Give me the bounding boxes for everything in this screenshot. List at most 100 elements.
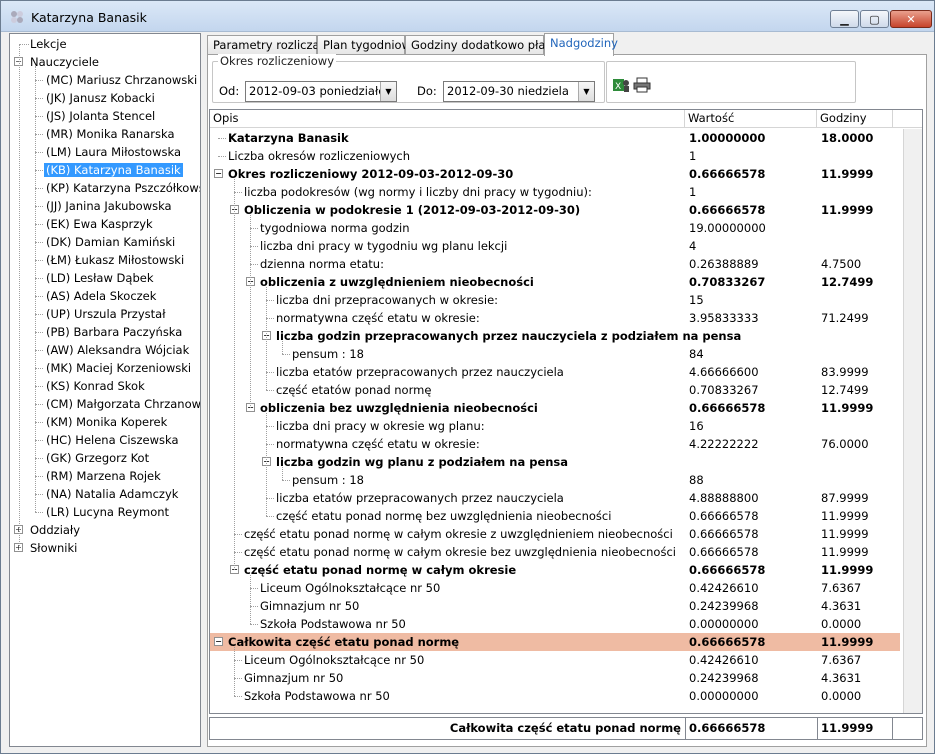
column-header-godziny[interactable]: Godziny xyxy=(817,110,893,128)
tree-item-oddzialy[interactable]: Oddziały xyxy=(30,521,80,539)
tree-item-teacher[interactable]: (KP) Katarzyna Pszczółkowska xyxy=(46,179,200,197)
tree-item-teacher[interactable]: (HC) Helena Ciszewska xyxy=(46,431,179,449)
close-button[interactable]: ✕ xyxy=(890,10,932,28)
row-value: 16 xyxy=(689,419,704,433)
table-row[interactable]: tygodniowa norma godzin 19.00000000 xyxy=(210,219,900,237)
table-row[interactable]: Liczba okresów rozliczeniowych 1 xyxy=(210,147,900,165)
minimize-button[interactable]: ▁ xyxy=(830,10,859,28)
row-description: Szkoła Podstawowa nr 50 xyxy=(244,689,390,703)
table-row[interactable]: dzienna norma etatu: 0.26388889 4.7500 xyxy=(210,255,900,273)
tree-item-teacher[interactable]: (KS) Konrad Skok xyxy=(46,377,145,395)
export-excel-icon[interactable]: X xyxy=(612,77,630,93)
table-row[interactable]: Szkoła Podstawowa nr 50 0.00000000 0.0000 xyxy=(210,615,900,633)
table-row[interactable]: część etatu ponad normę bez uwzględnieni… xyxy=(210,507,900,525)
maximize-button[interactable]: ▢ xyxy=(860,10,889,28)
tab-parametry[interactable]: Parametry rozliczania xyxy=(207,35,337,55)
collapse-icon[interactable]: − xyxy=(214,169,223,178)
tab-plan[interactable]: Plan tygodniowy xyxy=(317,35,418,55)
title-bar[interactable]: Katarzyna Banasik ▁ ▢ ✕ xyxy=(1,1,934,32)
chevron-down-icon[interactable]: ▼ xyxy=(578,82,594,101)
tree-connector xyxy=(266,413,267,516)
tree-item-teacher[interactable]: (JS) Jolanta Stencel xyxy=(46,107,155,125)
tree-item-teacher[interactable]: (AS) Adela Skoczek xyxy=(46,287,156,305)
tree-item-teacher[interactable]: (MK) Maciej Korzeniowski xyxy=(46,359,191,377)
tree-item-teacher[interactable]: (LM) Laura Miłostowska xyxy=(46,143,181,161)
tree-item-teacher[interactable]: (MC) Mariusz Chrzanowski xyxy=(46,71,197,89)
tree-item-teacher[interactable]: (RM) Marzena Rojek xyxy=(46,467,161,485)
table-row[interactable]: − Obliczenia w podokresie 1 (2012-09-03-2… xyxy=(210,201,900,219)
tree-item-teacher[interactable]: (PB) Barbara Paczyńska xyxy=(46,323,182,341)
table-row[interactable]: pensum : 18 88 xyxy=(210,471,900,489)
table-row[interactable]: liczba dni pracy w tygodniu wg planu lek… xyxy=(210,237,900,255)
tree-item-teacher[interactable]: (DK) Damian Kamiński xyxy=(46,233,175,251)
tree-item-teacher[interactable]: (JJ) Janina Jakubowska xyxy=(46,197,172,215)
tree-item-teacher[interactable]: (AW) Aleksandra Wójciak xyxy=(46,341,189,359)
table-row[interactable]: Liceum Ogólnokształcące nr 50 0.42426610 7… xyxy=(210,651,900,669)
table-row[interactable]: − część etatu ponad normę w całym okresie… xyxy=(210,561,900,579)
chevron-down-icon[interactable]: ▼ xyxy=(380,82,396,101)
collapse-icon[interactable]: − xyxy=(214,637,223,646)
tree-item-lekcje[interactable]: Lekcje xyxy=(30,35,67,53)
tree-item-teacher[interactable]: (JK) Janusz Kobacki xyxy=(46,89,155,107)
tree-item-teacher[interactable]: (CM) Małgorzata Chrzanowska xyxy=(46,395,200,413)
row-description: część etatów ponad normę xyxy=(276,383,432,397)
tree-connector xyxy=(35,368,43,369)
table-row[interactable]: część etatu ponad normę w całym okresie … xyxy=(210,543,900,561)
window-title: Katarzyna Banasik xyxy=(31,10,147,25)
tree-connector xyxy=(19,44,20,548)
table-row[interactable]: liczba etatów przepracowanych przez nauc… xyxy=(210,489,900,507)
table-row[interactable]: − liczba godzin przepracowanych przez nau… xyxy=(210,327,900,345)
tree-item-slowniki[interactable]: Słowniki xyxy=(30,539,77,557)
table-row[interactable]: liczba dni pracy w okresie wg planu: 16 xyxy=(210,417,900,435)
tree-connector xyxy=(250,264,258,265)
tree-item-teacher[interactable]: (ŁM) Łukasz Miłostowski xyxy=(46,251,184,269)
tree-item-teacher[interactable]: (NA) Natalia Adamczyk xyxy=(46,485,178,503)
tree-item-teacher[interactable]: (MR) Monika Ranarska xyxy=(46,125,175,143)
table-row[interactable]: pensum : 18 84 xyxy=(210,345,900,363)
row-value: 0.66666578 xyxy=(689,545,759,559)
table-row[interactable]: Katarzyna Banasik 1.00000000 18.0000 xyxy=(210,129,900,147)
tree-connector xyxy=(266,444,274,445)
table-row[interactable]: część etatu ponad normę w całym okresie … xyxy=(210,525,900,543)
table-row[interactable]: część etatów ponad normę 0.70833267 12.749… xyxy=(210,381,900,399)
print-icon[interactable] xyxy=(633,77,651,93)
do-date-select[interactable]: 2012-09-30 niedziela ▼ xyxy=(443,81,595,102)
column-header-wartosc[interactable]: Wartość xyxy=(685,110,817,128)
tree-item-nauczyciele[interactable]: Nauczyciele xyxy=(30,53,99,71)
tree-item-teacher[interactable]: (LD) Lesław Dąbek xyxy=(46,269,153,287)
tree-item-teacher[interactable]: (LR) Lucyna Reymont xyxy=(46,503,169,521)
tree-item-teacher[interactable]: (KB) Katarzyna Banasik xyxy=(44,161,183,179)
table-row[interactable]: − Całkowita część etatu ponad normę 0.6666… xyxy=(210,633,900,651)
vertical-scrollbar[interactable] xyxy=(903,129,922,713)
table-row[interactable]: Gimnazjum nr 50 0.24239968 4.3631 xyxy=(210,669,900,687)
table-row[interactable]: − obliczenia bez uwzględnienia nieobecnoś… xyxy=(210,399,900,417)
column-header-opis[interactable]: Opis xyxy=(210,110,685,128)
od-date-select[interactable]: 2012-09-03 poniedziałek ▼ xyxy=(245,81,397,102)
table-row[interactable]: − obliczenia z uwzględnieniem nieobecnośc… xyxy=(210,273,900,291)
table-row[interactable]: liczba podokresów (wg normy i liczby dni… xyxy=(210,183,900,201)
navigation-tree[interactable]: Lekcje − Nauczyciele (MC) Mariusz Chrzanows… xyxy=(9,33,201,747)
row-description: Obliczenia w podokresie 1 (2012-09-03-20… xyxy=(244,203,581,217)
tab-godziny[interactable]: Godziny dodatkowo płatne xyxy=(405,35,564,55)
table-row[interactable]: − liczba godzin wg planu z podziałem na p… xyxy=(210,453,900,471)
tree-item-teacher[interactable]: (KM) Monika Koperek xyxy=(46,413,167,431)
table-row[interactable]: − Okres rozliczeniowy 2012-09-03-2012-09-… xyxy=(210,165,900,183)
table-row[interactable]: Liceum Ogólnokształcące nr 50 0.42426610 7… xyxy=(210,579,900,597)
table-row[interactable]: liczba etatów przepracowanych przez nauc… xyxy=(210,363,900,381)
table-row[interactable]: normatywna część etatu w okresie: 3.95833… xyxy=(210,309,900,327)
table-row[interactable]: normatywna część etatu w okresie: 4.22222… xyxy=(210,435,900,453)
tree-item-teacher[interactable]: (UP) Urszula Przystał xyxy=(46,305,165,323)
tree-item-teacher-label: (JK) Janusz Kobacki xyxy=(46,91,155,105)
table-row[interactable]: liczba dni przepracowanych w okresie: 15 xyxy=(210,291,900,309)
grid-header: Opis Wartość Godziny xyxy=(210,110,922,128)
tab-nadgodziny[interactable]: Nadgodziny xyxy=(544,33,618,56)
tree-item-teacher[interactable]: (GK) Grzegorz Kot xyxy=(46,449,149,467)
tree-connector xyxy=(35,440,43,441)
table-row[interactable]: Gimnazjum nr 50 0.24239968 4.3631 xyxy=(210,597,900,615)
table-row[interactable]: Szkoła Podstawowa nr 50 0.00000000 0.0000 xyxy=(210,687,900,705)
tree-connector xyxy=(250,588,258,589)
row-hours: 18.0000 xyxy=(821,131,874,145)
row-hours: 87.9999 xyxy=(821,491,869,505)
tree-item-teacher[interactable]: (EK) Ewa Kasprzyk xyxy=(46,215,153,233)
tree-connector xyxy=(35,188,43,189)
